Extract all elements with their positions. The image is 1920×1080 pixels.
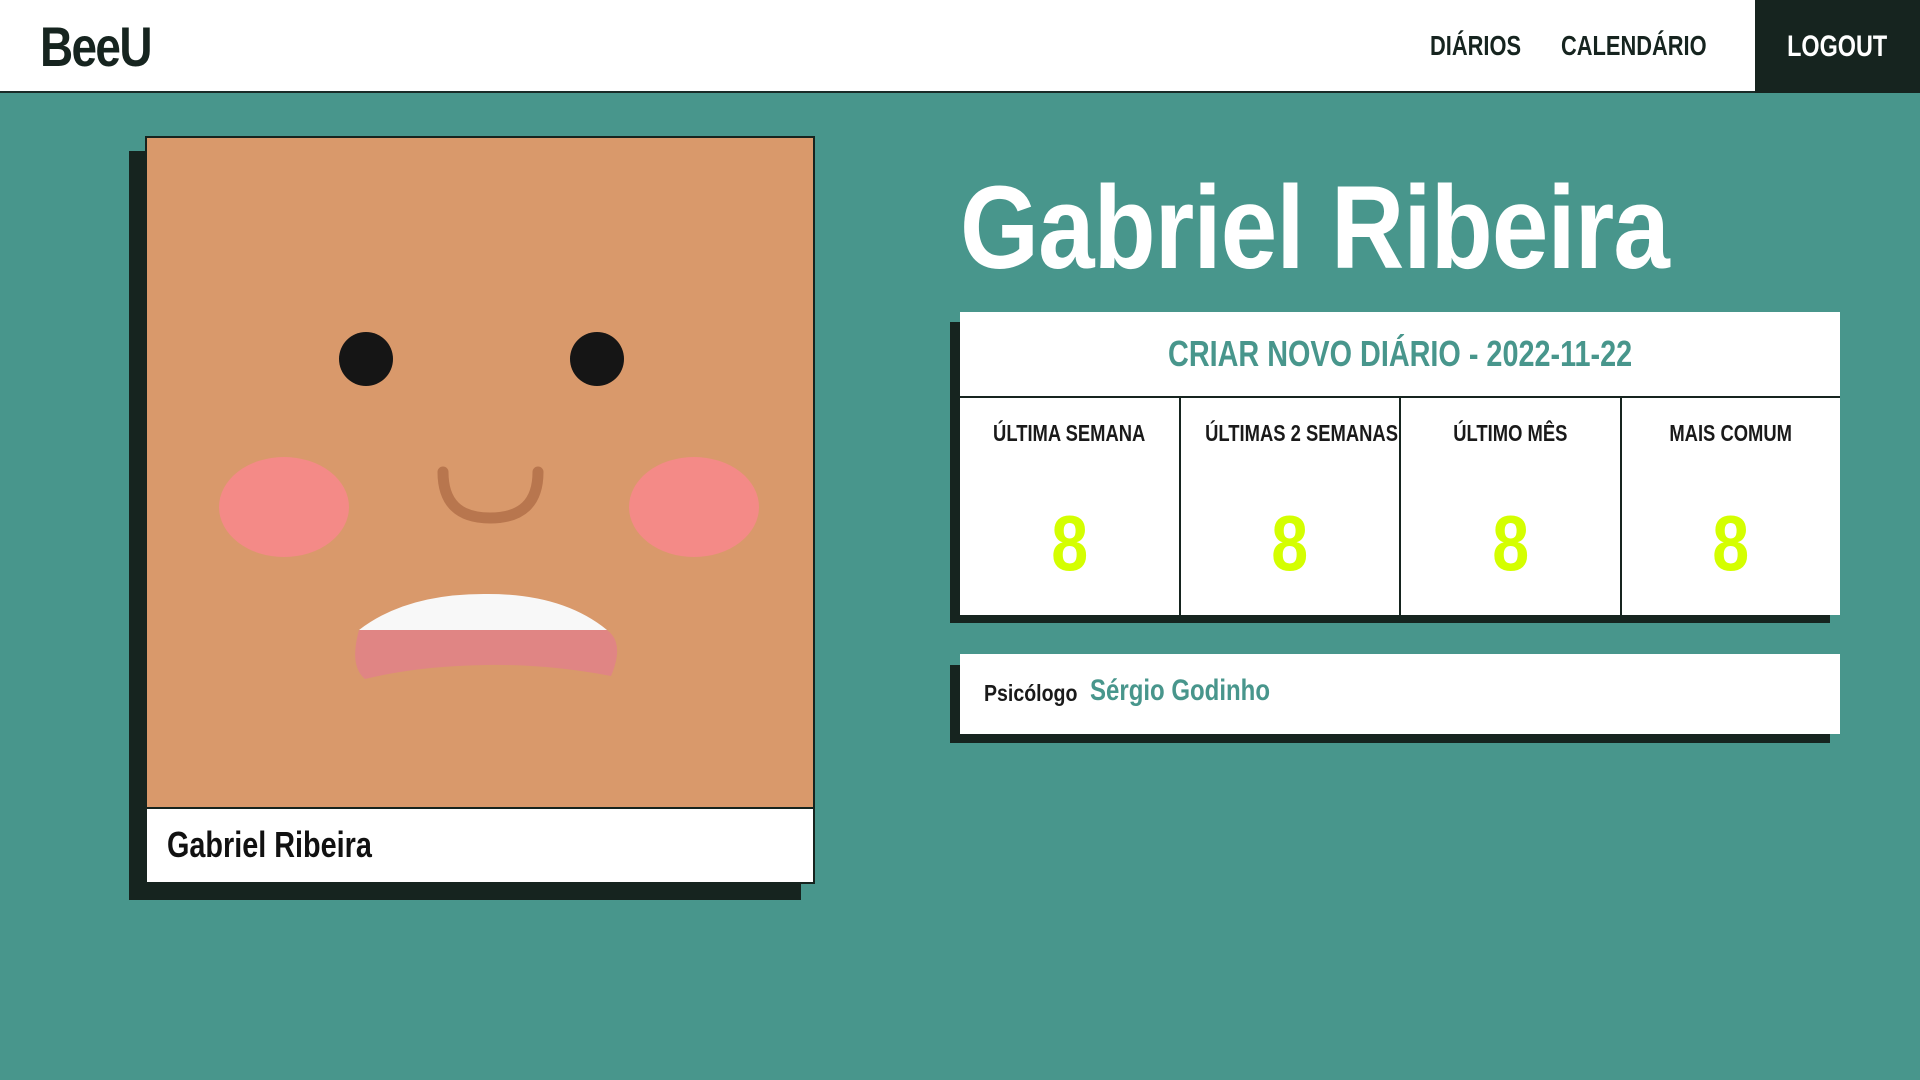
stat-label: ÚLTIMA SEMANA [993,420,1146,446]
stat-value: 8 [1050,499,1088,587]
stat-last-week: ÚLTIMA SEMANA 8 [960,398,1181,615]
navbar: BeeU DIÁRIOS CALENDÁRIO LOGOUT [0,0,1920,93]
stats-row: ÚLTIMA SEMANA 8 ÚLTIMAS 2 SEMANAS 8 ÚLTI… [960,398,1840,615]
stat-last-2-weeks: ÚLTIMAS 2 SEMANAS 8 [1181,398,1401,615]
stat-most-common: MAIS COMUM 8 [1622,398,1841,615]
psychologist-name-link[interactable]: Sérgio Godinho [1090,674,1270,708]
avatar-card: Gabriel Ribeira [145,136,815,884]
logout-button[interactable]: LOGOUT [1755,0,1920,93]
nose [437,466,544,524]
stats-panel: CRIAR NOVO DIÁRIO - 2022-11-22 ÚLTIMA SE… [960,312,1840,615]
stat-last-month: ÚLTIMO MÊS 8 [1401,398,1622,615]
left-cheek [219,457,349,557]
create-diary-label: CRIAR NOVO DIÁRIO - 2022-11-22 [1167,333,1633,374]
left-eye [339,332,393,386]
nav-link-calendario[interactable]: CALENDÁRIO [1561,30,1707,62]
stat-value: 8 [1271,499,1309,587]
stat-value: 8 [1491,499,1529,587]
stat-label: MAIS COMUM [1669,420,1793,446]
psychologist-card: Psicólogo Sérgio Godinho [960,654,1840,734]
psychologist-label: Psicólogo [984,680,1078,706]
nav-link-diarios[interactable]: DIÁRIOS [1430,30,1521,62]
logout-label: LOGOUT [1787,29,1888,63]
right-cheek [629,457,759,557]
stat-label: ÚLTIMAS 2 SEMANAS [1204,420,1398,446]
avatar-face [147,138,813,809]
avatar-caption: Gabriel Ribeira [167,824,372,865]
stat-value: 8 [1712,499,1750,587]
face-illustration [219,332,759,679]
page-title: Gabriel Ribeira [960,162,1670,294]
mouth-teeth [359,593,607,630]
right-eye [570,332,624,386]
app-logo[interactable]: BeeU [40,14,152,79]
create-diary-button[interactable]: CRIAR NOVO DIÁRIO - 2022-11-22 [960,312,1840,398]
stat-label: ÚLTIMO MÊS [1453,420,1568,446]
mouth-lip [355,630,618,679]
